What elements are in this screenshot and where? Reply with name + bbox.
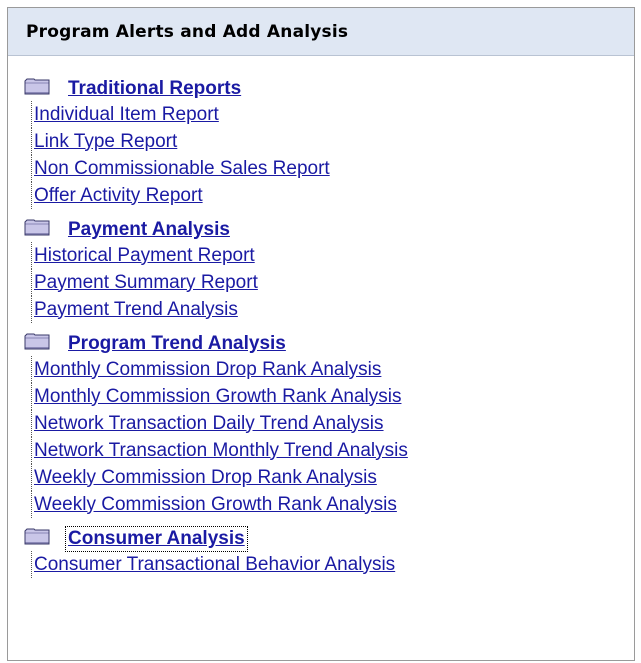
list-item: Non Commissionable Sales Report	[31, 155, 634, 182]
report-link-weekly-commission-drop-rank-analysis[interactable]: Weekly Commission Drop Rank Analysis	[34, 467, 377, 489]
list-item: Monthly Commission Drop Rank Analysis	[31, 356, 634, 383]
report-link-link-type-report[interactable]: Link Type Report	[34, 131, 177, 153]
list-item: Payment Trend Analysis	[31, 296, 634, 323]
list-item: Network Transaction Daily Trend Analysis	[31, 410, 634, 437]
report-link-weekly-commission-growth-rank-analysis[interactable]: Weekly Commission Growth Rank Analysis	[34, 494, 397, 516]
group-link-program-trend-analysis[interactable]: Program Trend Analysis	[66, 332, 288, 356]
tree-group-header: Consumer Analysis	[24, 522, 634, 552]
report-link-consumer-transactional-behavior-analysis[interactable]: Consumer Transactional Behavior Analysis	[34, 554, 395, 576]
folder-icon[interactable]	[24, 333, 50, 350]
tree-group-consumer-analysis: Consumer Analysis Consumer Transactional …	[24, 522, 634, 578]
list-item: Network Transaction Monthly Trend Analys…	[31, 437, 634, 464]
report-link-offer-activity-report[interactable]: Offer Activity Report	[34, 185, 203, 207]
list-item: Payment Summary Report	[31, 269, 634, 296]
report-link-historical-payment-report[interactable]: Historical Payment Report	[34, 245, 255, 267]
tree-group-traditional-reports: Traditional Reports Individual Item Repor…	[24, 72, 634, 209]
report-link-individual-item-report[interactable]: Individual Item Report	[34, 104, 219, 126]
program-alerts-panel: Program Alerts and Add Analysis Traditio…	[7, 7, 635, 661]
folder-icon[interactable]	[24, 78, 50, 95]
list-item: Link Type Report	[31, 128, 634, 155]
group-link-traditional-reports[interactable]: Traditional Reports	[66, 77, 243, 101]
list-item: Weekly Commission Drop Rank Analysis	[31, 464, 634, 491]
list-item: Weekly Commission Growth Rank Analysis	[31, 491, 634, 518]
report-tree: Traditional Reports Individual Item Repor…	[8, 56, 634, 578]
list-item: Historical Payment Report	[31, 242, 634, 269]
folder-icon[interactable]	[24, 219, 50, 236]
tree-group-header: Traditional Reports	[24, 72, 634, 101]
report-link-network-transaction-daily-trend-analysis[interactable]: Network Transaction Daily Trend Analysis	[34, 413, 384, 435]
report-link-network-transaction-monthly-trend-analysis[interactable]: Network Transaction Monthly Trend Analys…	[34, 440, 408, 462]
group-link-consumer-analysis[interactable]: Consumer Analysis	[65, 526, 248, 552]
report-link-payment-summary-report[interactable]: Payment Summary Report	[34, 272, 258, 294]
report-link-payment-trend-analysis[interactable]: Payment Trend Analysis	[34, 299, 238, 321]
list-item: Monthly Commission Growth Rank Analysis	[31, 383, 634, 410]
tree-group-program-trend-analysis: Program Trend Analysis Monthly Commission…	[24, 327, 634, 518]
report-list: Historical Payment Report Payment Summary…	[24, 242, 634, 323]
list-item: Consumer Transactional Behavior Analysis	[31, 551, 634, 578]
group-link-payment-analysis[interactable]: Payment Analysis	[66, 218, 232, 242]
list-item: Offer Activity Report	[31, 182, 634, 209]
tree-group-header: Program Trend Analysis	[24, 327, 634, 356]
report-list: Consumer Transactional Behavior Analysis	[24, 551, 634, 578]
tree-group-payment-analysis: Payment Analysis Historical Payment Repor…	[24, 213, 634, 323]
report-link-monthly-commission-drop-rank-analysis[interactable]: Monthly Commission Drop Rank Analysis	[34, 359, 381, 381]
report-list: Individual Item Report Link Type Report No…	[24, 101, 634, 209]
report-link-monthly-commission-growth-rank-analysis[interactable]: Monthly Commission Growth Rank Analysis	[34, 386, 401, 408]
tree-group-header: Payment Analysis	[24, 213, 634, 242]
report-link-non-commissionable-sales-report[interactable]: Non Commissionable Sales Report	[34, 158, 330, 180]
folder-icon[interactable]	[24, 528, 50, 545]
report-list: Monthly Commission Drop Rank Analysis Mon…	[24, 356, 634, 518]
panel-title: Program Alerts and Add Analysis	[8, 8, 634, 56]
list-item: Individual Item Report	[31, 101, 634, 128]
